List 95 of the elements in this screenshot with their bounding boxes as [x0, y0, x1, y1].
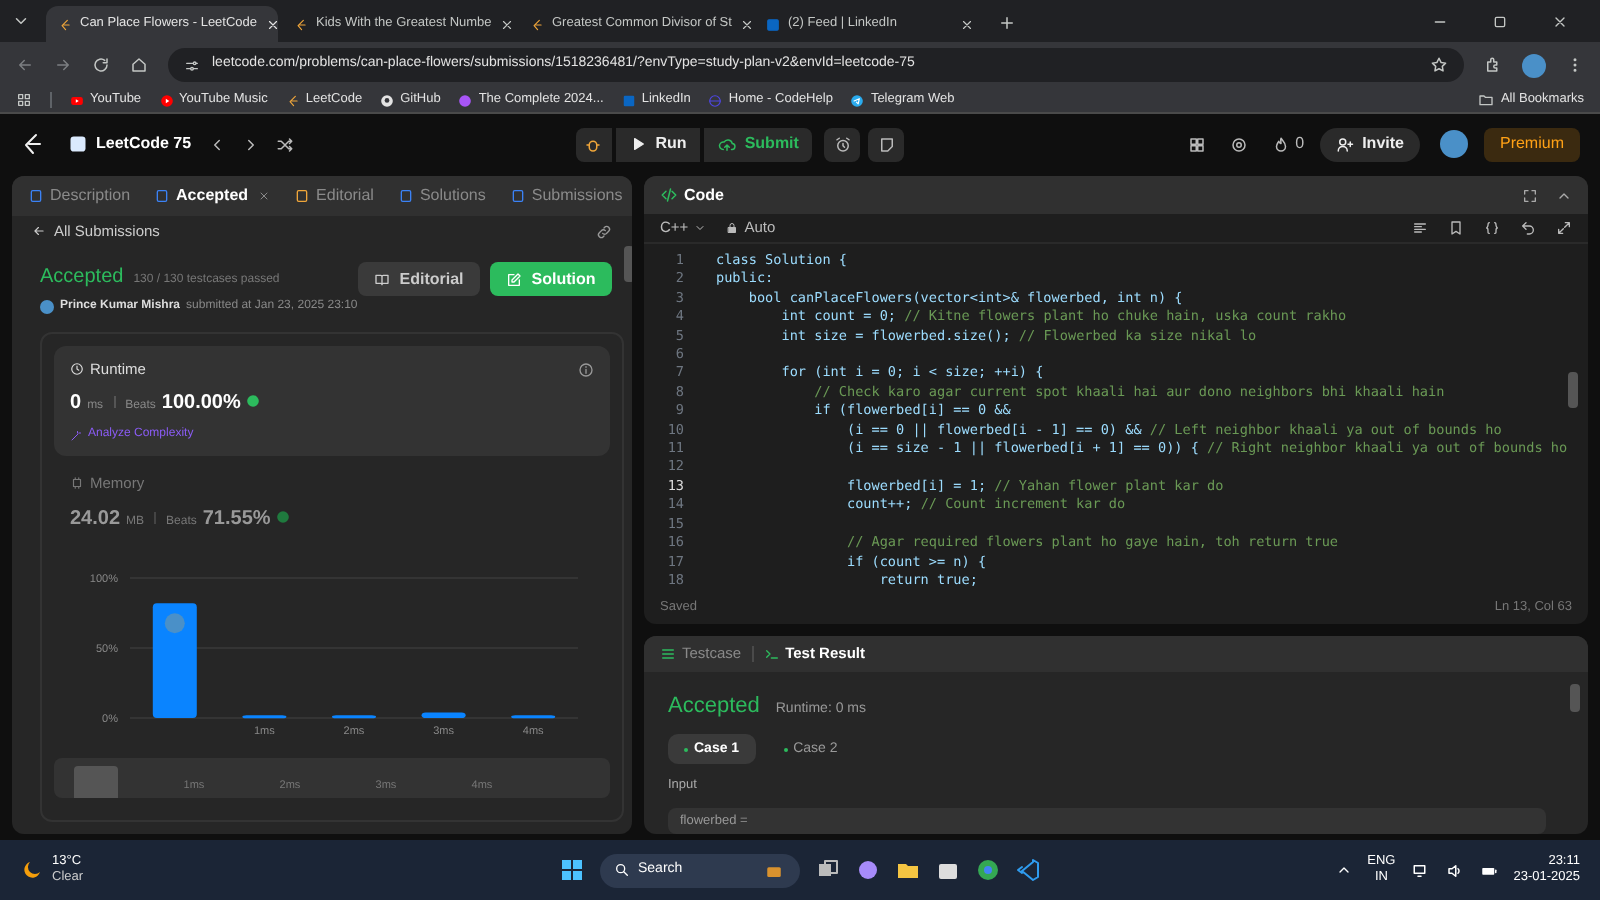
- badge-icon: [276, 509, 291, 523]
- runtime-beats: 100.00%: [161, 390, 241, 419]
- run-button[interactable]: Run: [615, 127, 701, 161]
- reload-icon[interactable]: [92, 56, 110, 74]
- alarm-clock-icon: [833, 135, 852, 153]
- timer-button[interactable]: [824, 127, 861, 161]
- user-avatar[interactable]: [1439, 130, 1468, 158]
- checklist-icon: [660, 645, 676, 662]
- cloud-upload-icon: [718, 135, 737, 153]
- layout-icon[interactable]: [1187, 135, 1206, 153]
- caret-icon[interactable]: [12, 12, 30, 30]
- invite-button[interactable]: Invite: [1320, 127, 1420, 161]
- code-editor-icon[interactable]: [1016, 858, 1040, 882]
- linkedin-icon: [766, 17, 780, 31]
- play-icon: [70, 93, 84, 107]
- panel-tab[interactable]: Accepted: [150, 184, 275, 208]
- runtime-value: 0: [70, 390, 82, 419]
- expand-icon[interactable]: [1556, 220, 1572, 236]
- settings-icon[interactable]: [1229, 135, 1248, 153]
- link-icon[interactable]: [596, 223, 612, 239]
- linkedin-icon: [621, 93, 636, 107]
- folder-icon: [1478, 92, 1495, 108]
- lock-icon: [726, 222, 739, 234]
- windows-start-icon[interactable]: [560, 858, 584, 882]
- apps-icon[interactable]: [16, 92, 32, 108]
- note-icon: [877, 135, 896, 153]
- scrollbar[interactable]: [623, 246, 632, 282]
- bar[interactable]: [152, 602, 197, 717]
- doc-icon: [28, 188, 44, 204]
- badge-icon: [458, 93, 473, 107]
- streak-counter[interactable]: 0: [1271, 132, 1305, 156]
- edit-icon: [505, 271, 522, 287]
- scrollbar[interactable]: [1567, 372, 1578, 408]
- plus-icon[interactable]: [998, 14, 1016, 32]
- close-icon[interactable]: [1552, 14, 1568, 30]
- forward-icon[interactable]: [54, 56, 72, 74]
- star-icon[interactable]: [1430, 56, 1448, 74]
- result-verdict: Accepted: [668, 691, 760, 722]
- moon-icon: [20, 858, 44, 882]
- info-icon[interactable]: [577, 361, 594, 378]
- maximize-icon[interactable]: [1492, 14, 1508, 30]
- close-icon[interactable]: [499, 17, 514, 31]
- search-icon: [614, 862, 630, 878]
- braces-icon[interactable]: [1484, 220, 1500, 236]
- play-icon: [629, 136, 646, 152]
- panel-tab[interactable]: Submissions: [505, 184, 627, 208]
- code-icon: [660, 186, 678, 204]
- flame-icon: [1271, 135, 1290, 153]
- undo-icon[interactable]: [1520, 220, 1536, 236]
- chip-icon: [70, 476, 84, 491]
- memory-value: 24.02: [70, 505, 121, 533]
- home-icon[interactable]: [130, 56, 148, 74]
- briefcase-icon: [762, 861, 786, 879]
- submission-status: Accepted: [40, 264, 124, 292]
- folder-icon[interactable]: [896, 858, 920, 882]
- music-icon: [159, 93, 174, 107]
- panel-tab[interactable]: Editorial: [290, 184, 378, 208]
- back-arrow-icon: [32, 224, 46, 238]
- debug-button[interactable]: [575, 127, 612, 161]
- shuffle-icon[interactable]: [275, 135, 294, 153]
- wand-icon: [70, 429, 82, 442]
- panel-tab[interactable]: Solutions: [393, 184, 490, 208]
- globe-icon: [708, 93, 723, 107]
- profile-avatar[interactable]: [1522, 53, 1546, 77]
- panel-title: Code: [684, 183, 724, 207]
- close-icon[interactable]: [960, 17, 974, 31]
- close-icon[interactable]: [739, 17, 754, 31]
- paper-plane-icon: [850, 93, 865, 107]
- format-icon[interactable]: [1412, 220, 1428, 236]
- notes-button[interactable]: [868, 127, 905, 161]
- puzzle-icon[interactable]: [1484, 56, 1502, 74]
- fullscreen-icon[interactable]: [1522, 187, 1538, 203]
- task-view-icon[interactable]: [816, 858, 840, 882]
- back-icon[interactable]: [16, 56, 34, 74]
- caret-icon: [694, 222, 707, 234]
- memory-beats: 71.55%: [202, 505, 271, 533]
- chevron-up-icon[interactable]: [1335, 862, 1352, 878]
- panel-tab[interactable]: Description: [24, 184, 135, 208]
- bug-icon: [584, 135, 603, 153]
- author-avatar: [40, 300, 54, 314]
- badge-icon: [246, 394, 261, 409]
- bookmark-icon[interactable]: [1448, 220, 1464, 236]
- submit-button[interactable]: Submit: [704, 127, 813, 161]
- volume-icon[interactable]: [1445, 861, 1464, 879]
- add-user-icon: [1336, 135, 1355, 153]
- bar[interactable]: [421, 711, 466, 717]
- scrollbar[interactable]: [1570, 683, 1580, 712]
- browser-icon[interactable]: [976, 858, 1000, 882]
- terminal-icon: [763, 645, 780, 662]
- editorial-button[interactable]: Editorial: [357, 262, 480, 296]
- study-plan-link[interactable]: LeetCode 75: [68, 132, 192, 156]
- github-icon: [380, 93, 395, 107]
- user-avatar: [164, 612, 185, 633]
- site-settings-icon[interactable]: [184, 57, 200, 73]
- premium-button[interactable]: Premium: [1483, 127, 1580, 161]
